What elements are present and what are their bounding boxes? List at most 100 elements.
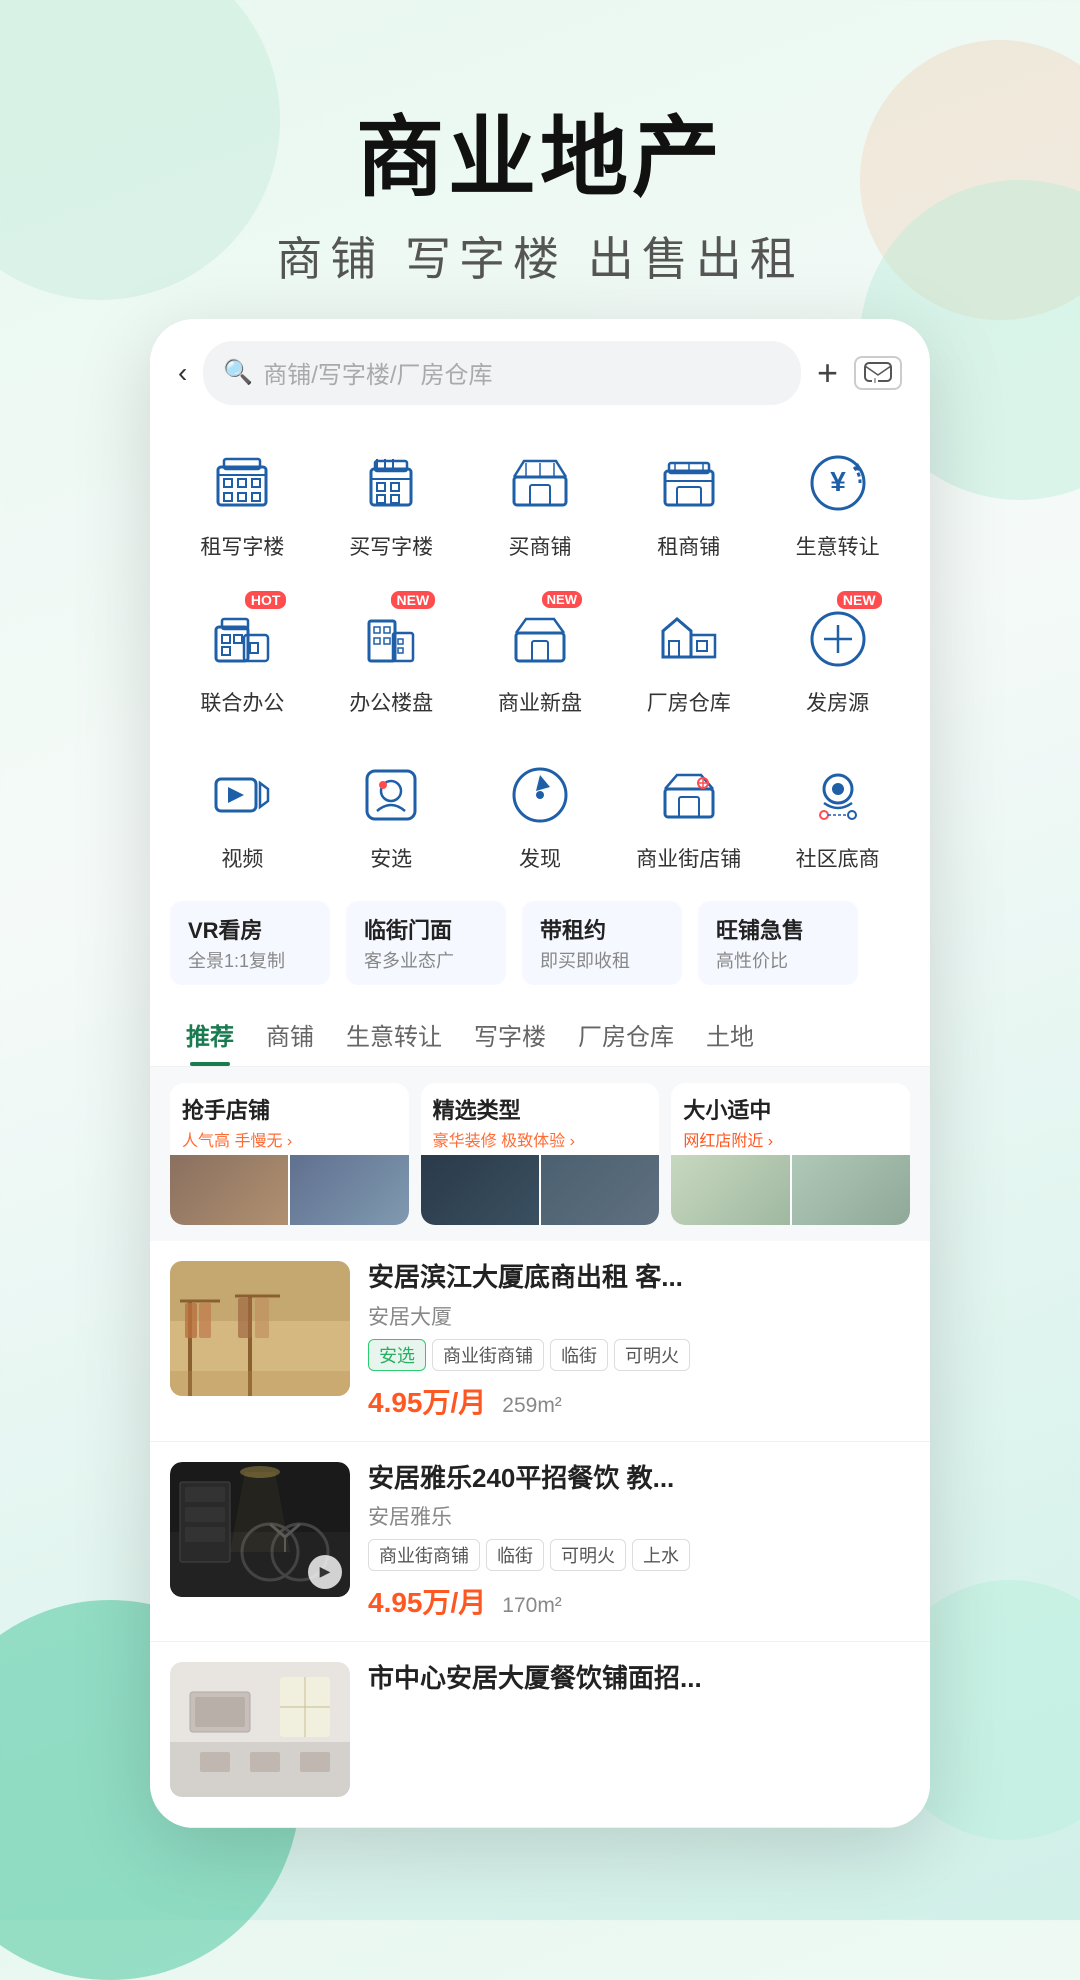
- icon-discover[interactable]: 发现: [468, 743, 613, 885]
- icon-label-rent-shop: 租商铺: [657, 531, 720, 561]
- tag-street-sub: 客多业态广: [364, 947, 488, 973]
- tag2-street-shop: 商业街商铺: [368, 1539, 480, 1571]
- price-area-1: 259m²: [502, 1394, 562, 1418]
- tag-street[interactable]: 临街门面 客多业态广: [346, 901, 506, 985]
- icons-grid-row2: HOT 联合办公 NEW: [150, 577, 930, 733]
- feature-card-size-sub: 网红店附近 ›: [683, 1127, 898, 1151]
- tab-shop[interactable]: 商铺: [250, 1007, 330, 1066]
- price-main-2: 4.95万/月: [368, 1581, 486, 1621]
- search-icon: 🔍: [223, 358, 253, 387]
- icon-label-publish: 发房源: [806, 687, 869, 717]
- icon-new-commercial[interactable]: NEW 商业新盘: [468, 587, 613, 729]
- listing-title-2: 安居雅乐240平招餐饮 教...: [368, 1462, 910, 1496]
- tag-urgent-sub: 高性价比: [716, 947, 840, 973]
- icon-an-select[interactable]: 安选: [319, 743, 464, 885]
- tag-lease-sub: 即买即收租: [540, 947, 664, 973]
- listing-img-3: [170, 1662, 350, 1797]
- listing-img-2: ▶: [170, 1462, 350, 1597]
- feature-card-hot[interactable]: 抢手店铺 人气高 手慢无 ›: [170, 1083, 409, 1225]
- tab-land[interactable]: 土地: [690, 1007, 770, 1066]
- icon-business-transfer[interactable]: ¥ 生意转让: [765, 431, 910, 573]
- icon-cowork[interactable]: HOT 联合办公: [170, 587, 315, 729]
- search-bar-area: ‹ 🔍 商铺/写字楼/厂房仓库 +: [150, 319, 930, 421]
- tag-street-shop: 商业街商铺: [432, 1339, 544, 1371]
- message-button[interactable]: [854, 356, 902, 390]
- icon-rent-shop[interactable]: 租商铺: [616, 431, 761, 573]
- icon-publish[interactable]: NEW 发房源: [765, 587, 910, 729]
- icon-buy-shop[interactable]: 买商铺: [468, 431, 613, 573]
- icon-label-rent-office: 租写字楼: [200, 531, 284, 561]
- badge-hot: HOT: [245, 591, 287, 609]
- feature-card-hot-sub: 人气高 手慢无 ›: [182, 1127, 397, 1151]
- price-main-1: 4.95万/月: [368, 1381, 486, 1421]
- icon-factory[interactable]: 厂房仓库: [616, 587, 761, 729]
- icon-street-shop[interactable]: 商业街店铺: [616, 743, 761, 885]
- tag-urgent-title: 旺铺急售: [716, 913, 840, 945]
- tab-factory[interactable]: 厂房仓库: [562, 1007, 690, 1066]
- tag-lease-title: 带租约: [540, 913, 664, 945]
- listing-title-1: 安居滨江大厦底商出租 客...: [368, 1261, 910, 1295]
- feature-card-size-title: 大小适中: [683, 1093, 898, 1125]
- feature-card-hot-title: 抢手店铺: [182, 1093, 397, 1125]
- icon-label-community-shop: 社区底商: [796, 843, 880, 873]
- listing-item-2[interactable]: ▶ 安居雅乐240平招餐饮 教... 安居雅乐 商业街商铺 临街 可明火 上水 …: [150, 1442, 930, 1643]
- listing-item-3[interactable]: 市中心安居大厦餐饮铺面招...: [150, 1642, 930, 1828]
- icon-label-cowork: 联合办公: [200, 687, 284, 717]
- badge-new-2: NEW: [837, 591, 882, 609]
- listing-info-2: 安居雅乐240平招餐饮 教... 安居雅乐 商业街商铺 临街 可明火 上水 4.…: [368, 1462, 910, 1622]
- icon-rent-office[interactable]: 租写字楼: [170, 431, 315, 573]
- listing-title-3: 市中心安居大厦餐饮铺面招...: [368, 1662, 910, 1696]
- listing-info-1: 安居滨江大厦底商出租 客... 安居大厦 安选 商业街商铺 临街 可明火 4.9…: [368, 1261, 910, 1421]
- icon-label-street-shop: 商业街店铺: [636, 843, 741, 873]
- tag-vr[interactable]: VR看房 全景1:1复制: [170, 901, 330, 985]
- tags-row: VR看房 全景1:1复制 临街门面 客多业态广 带租约 即买即收租 旺铺急售 高…: [150, 889, 930, 997]
- price-area-2: 170m²: [502, 1594, 562, 1618]
- icon-label-factory: 厂房仓库: [647, 687, 731, 717]
- hero-subtitle: 商铺 写字楼 出售出租: [0, 223, 1080, 289]
- phone-mockup: ‹ 🔍 商铺/写字楼/厂房仓库 +: [150, 319, 930, 1829]
- badge-new-1: NEW: [391, 591, 436, 609]
- icons-grid-row3: 视频 安选 发现: [150, 733, 930, 889]
- search-input-box[interactable]: 🔍 商铺/写字楼/厂房仓库: [203, 341, 801, 405]
- icon-community-shop[interactable]: 社区底商: [765, 743, 910, 885]
- svg-text:¥: ¥: [830, 466, 846, 497]
- tag-lease[interactable]: 带租约 即买即收租: [522, 901, 682, 985]
- icon-label-new-commercial: 商业新盘: [498, 687, 582, 717]
- tag2-fire: 可明火: [550, 1539, 626, 1571]
- icon-label-office-building: 办公楼盘: [349, 687, 433, 717]
- tag-vr-sub: 全景1:1复制: [188, 947, 312, 973]
- hero-section: 商业地产 商铺 写字楼 出售出租: [0, 0, 1080, 319]
- listing-img-1: [170, 1261, 350, 1396]
- hero-title: 商业地产: [0, 110, 1080, 207]
- listing-price-2: 4.95万/月 170m²: [368, 1581, 910, 1621]
- icon-label-business-transfer: 生意转让: [796, 531, 880, 561]
- search-placeholder: 商铺/写字楼/厂房仓库: [263, 355, 492, 390]
- feature-card-select[interactable]: 精选类型 豪华装修 极致体验 ›: [421, 1083, 660, 1225]
- icon-video[interactable]: 视频: [170, 743, 315, 885]
- icon-label-video: 视频: [221, 843, 263, 873]
- tag-fire: 可明火: [614, 1339, 690, 1371]
- icon-buy-office[interactable]: 买写字楼: [319, 431, 464, 573]
- feature-card-select-sub: 豪华装修 极致体验 ›: [433, 1127, 648, 1151]
- feature-card-size[interactable]: 大小适中 网红店附近 ›: [671, 1083, 910, 1225]
- back-button[interactable]: ‹: [178, 357, 187, 389]
- tag-street-title: 临街门面: [364, 913, 488, 945]
- feature-cards-row: 抢手店铺 人气高 手慢无 › 精选类型 豪华装修 极致体验 › 大小适中 网红店…: [150, 1067, 930, 1241]
- tag2-water: 上水: [632, 1539, 690, 1571]
- listing-info-3: 市中心安居大厦餐饮铺面招...: [368, 1662, 910, 1696]
- tab-recommend[interactable]: 推荐: [170, 1007, 250, 1066]
- tab-office[interactable]: 写字楼: [458, 1007, 562, 1066]
- tag-vr-title: VR看房: [188, 913, 312, 945]
- play-button[interactable]: ▶: [308, 1555, 342, 1589]
- add-button[interactable]: +: [817, 352, 838, 394]
- listing-location-1: 安居大厦: [368, 1301, 910, 1331]
- tag-urgent[interactable]: 旺铺急售 高性价比: [698, 901, 858, 985]
- tab-transfer[interactable]: 生意转让: [330, 1007, 458, 1066]
- listing-tags-2: 商业街商铺 临街 可明火 上水: [368, 1539, 910, 1571]
- icon-label-an-select: 安选: [370, 843, 412, 873]
- listing-item-1[interactable]: 安居滨江大厦底商出租 客... 安居大厦 安选 商业街商铺 临街 可明火 4.9…: [150, 1241, 930, 1442]
- icon-label-buy-shop: 买商铺: [508, 531, 571, 561]
- icon-office-building[interactable]: NEW 办公楼盘: [319, 587, 464, 729]
- tab-bar: 推荐 商铺 生意转让 写字楼 厂房仓库 土地: [150, 997, 930, 1067]
- listing-price-1: 4.95万/月 259m²: [368, 1381, 910, 1421]
